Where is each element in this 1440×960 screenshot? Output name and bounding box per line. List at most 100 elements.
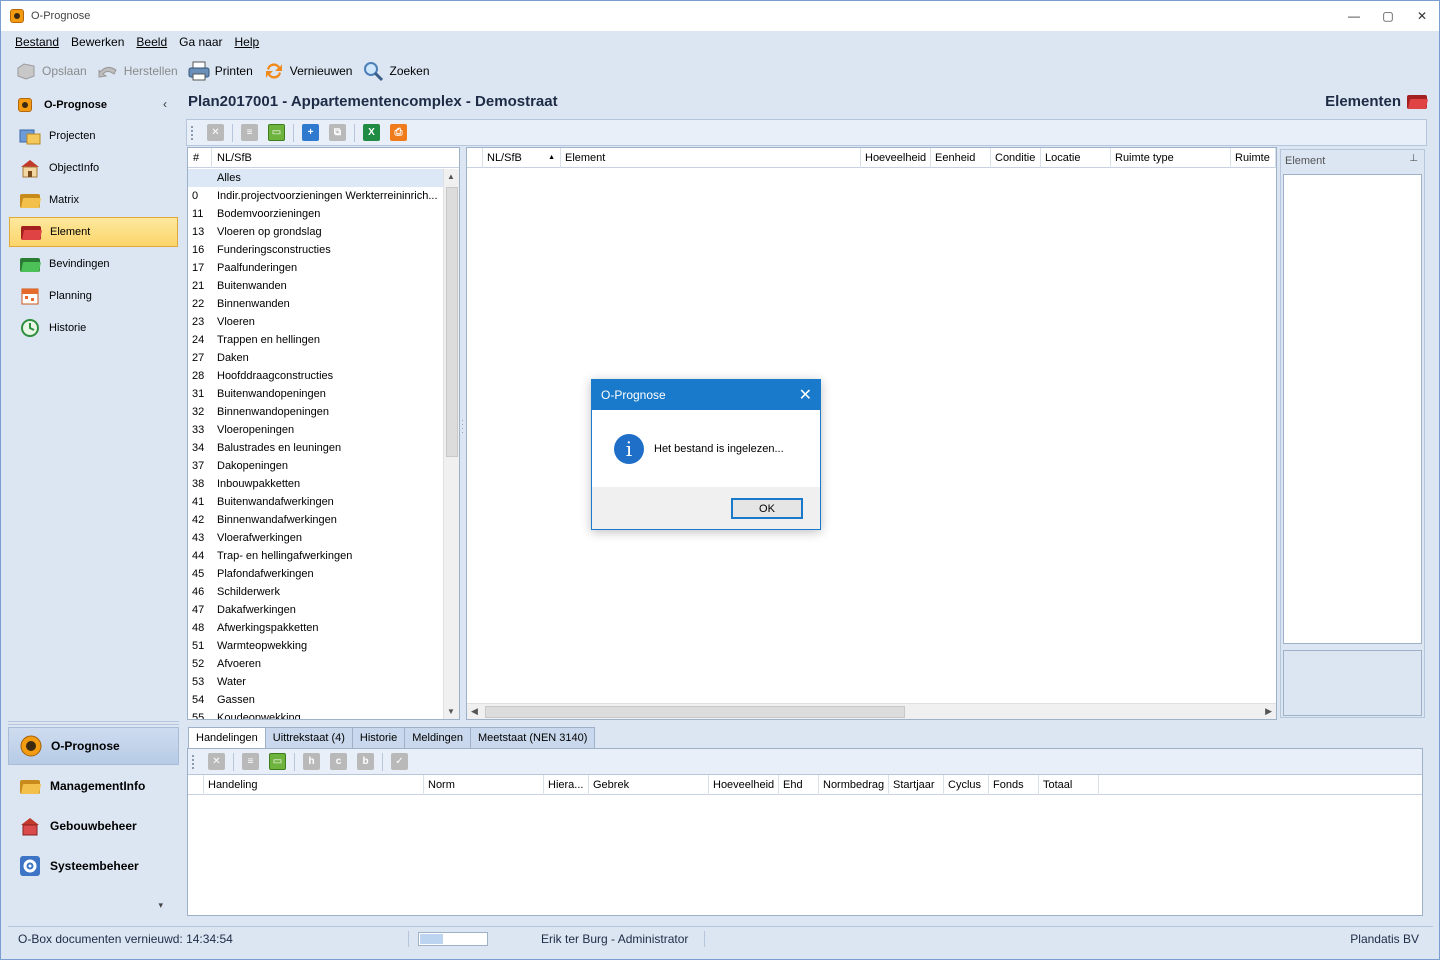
list-item[interactable]: 45 Plafondafwerkingen (188, 565, 444, 583)
list-item[interactable]: 24 Trappen en hellingen (188, 331, 444, 349)
list-item[interactable]: 31 Buitenwandopeningen (188, 385, 444, 403)
tab-meldingen[interactable]: Meldingen (404, 727, 471, 749)
column-header-cyclus[interactable]: Cyclus (944, 775, 989, 795)
column-header-gebrek[interactable]: Gebrek (589, 775, 709, 795)
list-item[interactable]: 23 Vloeren (188, 313, 444, 331)
column-header-ruimte[interactable]: Ruimte (1231, 148, 1276, 168)
list-item[interactable]: 38 Inbouwpakketten (188, 475, 444, 493)
menu-help[interactable]: Help (228, 35, 265, 49)
column-header-hoeveelheid[interactable]: Hoeveelheid (709, 775, 779, 795)
list-item[interactable]: 17 Paalfunderingen (188, 259, 444, 277)
save-button[interactable]: Opslaan (15, 60, 87, 82)
window-icon[interactable]: ▭ (268, 124, 285, 141)
search-button[interactable]: Zoeken (362, 60, 430, 82)
list-item[interactable]: 42 Binnenwandafwerkingen (188, 511, 444, 529)
delete-icon[interactable]: ✕ (208, 753, 225, 770)
list-item[interactable]: 48 Afwerkingspakketten (188, 619, 444, 637)
list-item[interactable]: 51 Warmteopwekking (188, 637, 444, 655)
list-item[interactable]: 54 Gassen (188, 691, 444, 709)
nav-item-planning[interactable]: Planning (9, 281, 178, 311)
tab-handelingen[interactable]: Handelingen (188, 727, 266, 750)
add-icon[interactable]: + (302, 124, 319, 141)
module-managementinfo[interactable]: ManagementInfo (8, 767, 179, 805)
list-item[interactable]: 32 Binnenwandopeningen (188, 403, 444, 421)
list-item[interactable]: 34 Balustrades en leuningen (188, 439, 444, 457)
column-header-ruimte-type[interactable]: Ruimte type (1111, 148, 1231, 168)
close-window-button[interactable]: ✕ (1405, 1, 1439, 31)
list-item[interactable]: 33 Vloeropeningen (188, 421, 444, 439)
b-icon[interactable]: b (357, 753, 374, 770)
window-icon[interactable]: ▭ (269, 753, 286, 770)
scroll-up-icon[interactable]: ▲ (447, 172, 455, 181)
list-item[interactable]: 37 Dakopeningen (188, 457, 444, 475)
column-header-fonds[interactable]: Fonds (989, 775, 1039, 795)
column-header-conditie[interactable]: Conditie (991, 148, 1041, 168)
column-header-nlsfb[interactable]: NL/SfB (212, 148, 252, 168)
list-item[interactable]: 44 Trap- en hellingafwerkingen (188, 547, 444, 565)
list-item[interactable]: 0 Indir.projectvoorzieningen Werkterreini… (188, 187, 444, 205)
nav-item-matrix[interactable]: Matrix (9, 185, 178, 215)
column-header-hoeveelheid[interactable]: Hoeveelheid (861, 148, 931, 168)
column-header-element[interactable]: Element (561, 148, 861, 168)
list-item[interactable]: 53 Water (188, 673, 444, 691)
tab-historie[interactable]: Historie (351, 727, 406, 749)
dialog-close-button[interactable]: ✕ (799, 385, 812, 405)
tab-meetstaat[interactable]: Meetstaat (NEN 3140) (469, 727, 596, 749)
list-item[interactable]: 55 Koudeopwekking (188, 709, 444, 719)
nav-item-bevindingen[interactable]: Bevindingen (9, 249, 178, 279)
module-gebouwbeheer[interactable]: Gebouwbeheer (8, 807, 179, 845)
menu-bewerken[interactable]: Bewerken (65, 35, 130, 49)
column-header-hierarchie[interactable]: Hiera... (544, 775, 589, 795)
scrollbar-thumb[interactable] (485, 706, 905, 718)
column-header-norm[interactable]: Norm (424, 775, 544, 795)
restore-button[interactable]: Herstellen (97, 60, 178, 82)
list-item[interactable]: 21 Buitenwanden (188, 277, 444, 295)
document-icon[interactable]: ≡ (241, 124, 258, 141)
column-header-locatie[interactable]: Locatie (1041, 148, 1111, 168)
list-item[interactable]: 43 Vloerafwerkingen (188, 529, 444, 547)
column-header-handeling[interactable]: Handeling (204, 775, 424, 795)
nav-item-projecten[interactable]: Projecten (9, 121, 178, 151)
menu-bestand[interactable]: Bestand (9, 35, 65, 49)
list-item[interactable]: 27 Daken (188, 349, 444, 367)
list-grid-splitter[interactable]: · · · · (461, 416, 464, 437)
module-systeembeheer[interactable]: Systeembeheer (8, 847, 179, 885)
checkmark-icon[interactable]: ✓ (391, 753, 408, 770)
tab-uittrekstaat[interactable]: Uittrekstaat (4) (264, 727, 353, 749)
list-item[interactable]: 28 Hoofddraagconstructies (188, 367, 444, 385)
nav-item-historie[interactable]: Historie (9, 313, 178, 343)
menu-beeld[interactable]: Beeld (130, 35, 173, 49)
scroll-left-icon[interactable]: ◀ (471, 706, 478, 717)
nav-more-button[interactable]: ▾ (158, 900, 163, 911)
list-item[interactable]: 47 Dakafwerkingen (188, 601, 444, 619)
pin-icon[interactable]: ⊥ (1409, 153, 1418, 164)
list-item[interactable]: 16 Funderingsconstructies (188, 241, 444, 259)
nav-item-objectinfo[interactable]: ObjectInfo (9, 153, 178, 183)
nav-splitter[interactable] (8, 721, 179, 725)
list-item[interactable]: 41 Buitenwandafwerkingen (188, 493, 444, 511)
ok-button[interactable]: OK (731, 498, 803, 519)
nav-item-element[interactable]: Element (9, 217, 178, 247)
scroll-right-icon[interactable]: ▶ (1265, 706, 1272, 717)
scroll-down-icon[interactable]: ▼ (447, 707, 455, 716)
column-header-totaal[interactable]: Totaal (1039, 775, 1099, 795)
list-item[interactable]: 22 Binnenwanden (188, 295, 444, 313)
column-header-eenheid[interactable]: Eenheid (931, 148, 991, 168)
minimize-button[interactable]: — (1337, 1, 1371, 31)
column-header-nlsfb[interactable]: NL/SfB ▲ (483, 148, 561, 168)
delete-icon[interactable]: ✕ (207, 124, 224, 141)
list-item[interactable]: 52 Afvoeren (188, 655, 444, 673)
list-item[interactable]: 46 Schilderwerk (188, 583, 444, 601)
print-icon[interactable]: ⎙ (390, 124, 407, 141)
list-item[interactable]: Alles (188, 169, 444, 187)
collapse-nav-button[interactable]: ‹ (163, 97, 167, 111)
column-header-number[interactable]: # (188, 148, 212, 168)
maximize-button[interactable]: ▢ (1371, 1, 1405, 31)
h-icon[interactable]: h (303, 753, 320, 770)
document-icon[interactable]: ≡ (242, 753, 259, 770)
list-item[interactable]: 11 Bodemvoorzieningen (188, 205, 444, 223)
copy-icon[interactable]: ⧉ (329, 124, 346, 141)
grid-horizontal-scrollbar[interactable]: ◀ ▶ (467, 703, 1276, 719)
scrollbar-thumb[interactable] (446, 187, 458, 457)
module-o-prognose[interactable]: O-Prognose (8, 727, 179, 765)
